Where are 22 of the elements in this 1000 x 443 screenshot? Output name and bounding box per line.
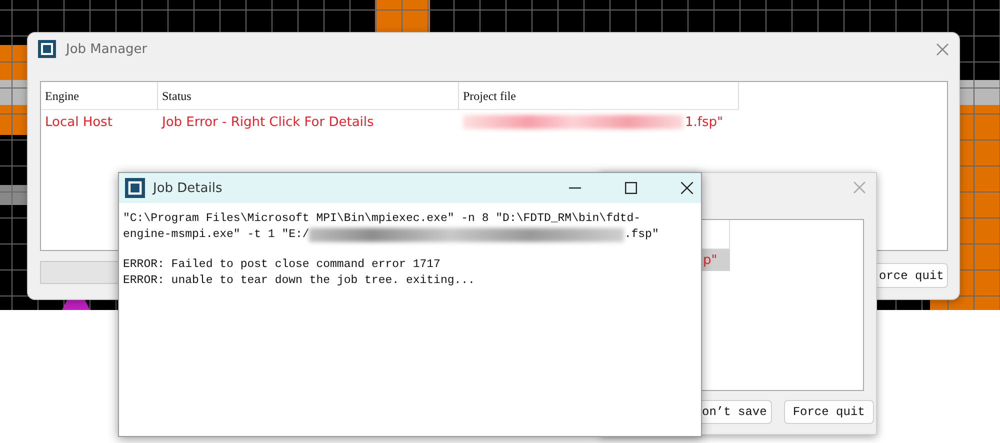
table-cell-text: Job Error - Right Click For Details	[160, 114, 375, 130]
column-header[interactable]: Engine	[41, 82, 158, 109]
error-message: ERROR: Failed to post close command error 1717	[123, 257, 442, 273]
window-title: Job Details	[153, 180, 224, 196]
app-icon	[38, 40, 56, 58]
column-header[interactable]: Project file	[459, 82, 739, 109]
command-text: engine-msmpi.exe" -t 1 "E:/	[123, 227, 310, 243]
close-icon[interactable]	[681, 182, 693, 194]
table-cell-text: Local Host	[44, 114, 114, 130]
command-text: "C:\Program Files\Microsoft MPI\Bin\mpiexec.exe" -n 8 "D:\FDTD_RM\bin\fdtd-	[123, 211, 642, 227]
table-cell: 1.fsp"	[685, 114, 723, 130]
force-quit-button[interactable]: Force quit	[784, 400, 874, 424]
table-cell: p"	[702, 252, 718, 268]
force-quit-button[interactable]: orce quit	[877, 263, 948, 288]
app-icon	[125, 178, 145, 198]
table-row[interactable]: Local Host Job Error - Right Click For Details 1.fsp"	[41, 110, 947, 134]
maximize-icon[interactable]	[625, 182, 637, 194]
dont-save-button[interactable]: on’t save	[701, 400, 772, 424]
error-message: ERROR: unable to tear down the job tree. exiting...	[123, 273, 476, 289]
window-title: Job Manager	[66, 42, 148, 56]
command-text: .fsp"	[624, 227, 659, 243]
column-header[interactable]: Status	[158, 82, 459, 109]
